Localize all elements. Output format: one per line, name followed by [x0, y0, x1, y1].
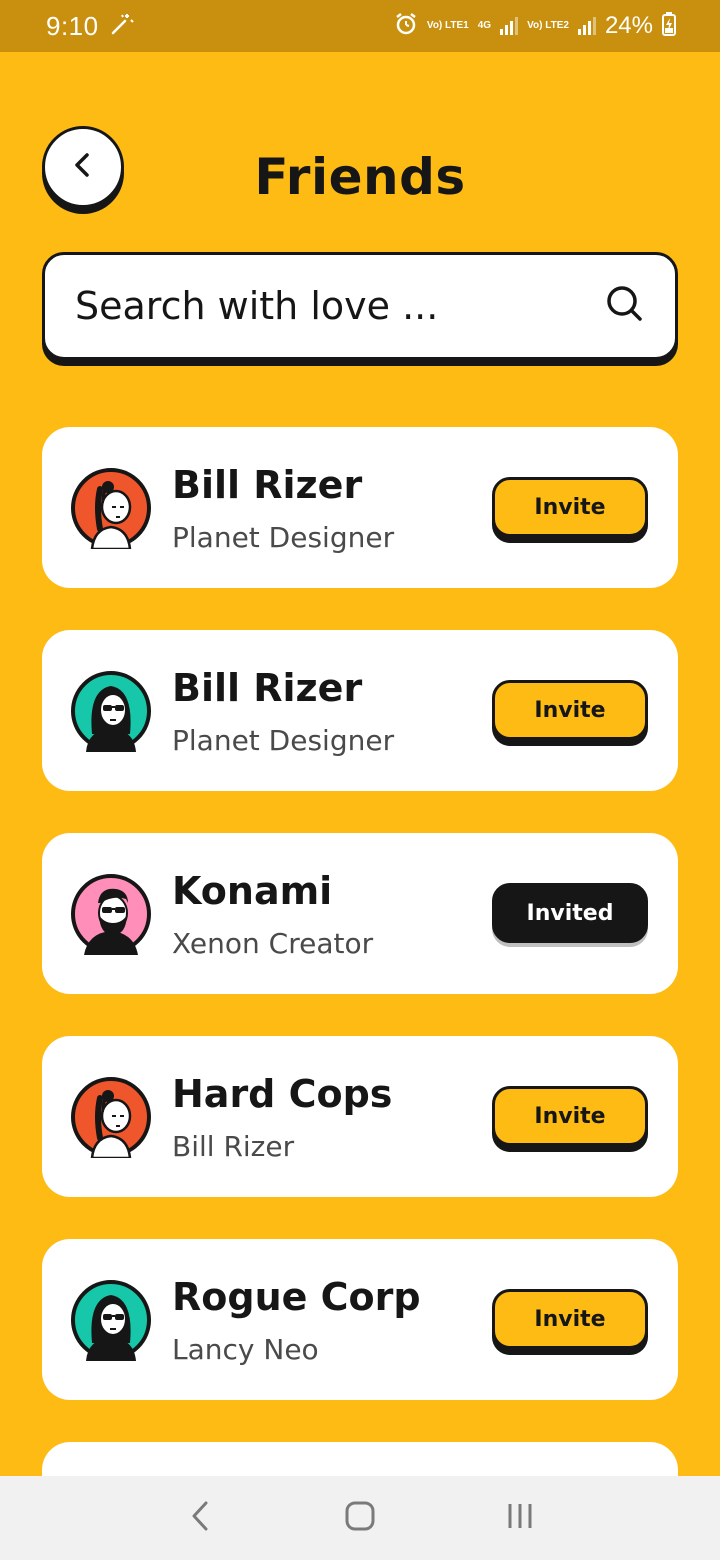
network-type-label: 4G: [477, 20, 492, 31]
status-time: 9:10: [46, 10, 99, 41]
friend-card[interactable]: Konami Xenon Creator Invited: [42, 833, 678, 994]
search-icon[interactable]: [605, 284, 645, 328]
invite-button[interactable]: Invite: [492, 477, 648, 537]
friend-card[interactable]: Bill Rizer Planet Designer Invite: [42, 630, 678, 791]
invite-button[interactable]: Invite: [492, 680, 648, 740]
friend-role: Planet Designer: [172, 521, 395, 554]
friend-name: Bill Rizer: [172, 463, 363, 507]
system-nav-bar: [0, 1476, 720, 1560]
magic-wand-icon: [109, 11, 135, 42]
battery-percentage: 24%: [604, 12, 653, 39]
woman-sunglasses-avatar: [70, 1279, 152, 1361]
friend-name: Hard Cops: [172, 1072, 393, 1116]
recent-apps-icon: [505, 1501, 535, 1535]
sim1-label: Vo) LTE1: [426, 20, 469, 31]
friend-role: Xenon Creator: [172, 927, 374, 960]
nav-recents-button[interactable]: [490, 1488, 550, 1548]
signal-strength-icon-2: [577, 17, 596, 35]
friend-role: Planet Designer: [172, 724, 395, 757]
friend-card[interactable]: [42, 1442, 678, 1476]
woman-sunglasses-avatar: [70, 670, 152, 752]
friend-card[interactable]: Rogue Corp Lancy Neo Invite: [42, 1239, 678, 1400]
search-input[interactable]: [75, 284, 575, 328]
invite-button[interactable]: Invite: [492, 1086, 648, 1146]
invite-button[interactable]: Invite: [492, 1289, 648, 1349]
chevron-left-icon: [188, 1499, 212, 1537]
girl-braid-avatar: [70, 467, 152, 551]
friends-list[interactable]: Bill Rizer Planet Designer Invite Bill R…: [0, 427, 720, 1476]
battery-charging-icon: [662, 11, 676, 41]
signal-strength-icon: [500, 17, 519, 35]
nav-back-button[interactable]: [170, 1488, 230, 1548]
friend-name: Bill Rizer: [172, 666, 363, 710]
bearded-man-avatar: [70, 873, 152, 955]
nav-home-button[interactable]: [330, 1488, 390, 1548]
alarm-icon: [394, 12, 418, 41]
friend-name: Konami: [172, 869, 333, 913]
home-square-icon: [344, 1500, 376, 1536]
girl-braid-avatar: [70, 1076, 152, 1160]
status-left: 9:10: [46, 11, 135, 42]
status-bar: 9:10 Vo) LTE1 4G Vo) LTE2 24%: [0, 0, 720, 52]
search-bar[interactable]: [42, 252, 678, 360]
sim2-label: Vo) LTE2: [527, 20, 569, 31]
friend-role: Bill Rizer: [172, 1130, 295, 1163]
friend-role: Lancy Neo: [172, 1333, 319, 1366]
friend-name: Rogue Corp: [172, 1275, 421, 1319]
friend-card[interactable]: Hard Cops Bill Rizer Invite: [42, 1036, 678, 1197]
invited-button[interactable]: Invited: [492, 883, 648, 943]
page-title: Friends: [254, 148, 466, 206]
friend-card[interactable]: Bill Rizer Planet Designer Invite: [42, 427, 678, 588]
status-right: Vo) LTE1 4G Vo) LTE2 24%: [394, 11, 676, 41]
